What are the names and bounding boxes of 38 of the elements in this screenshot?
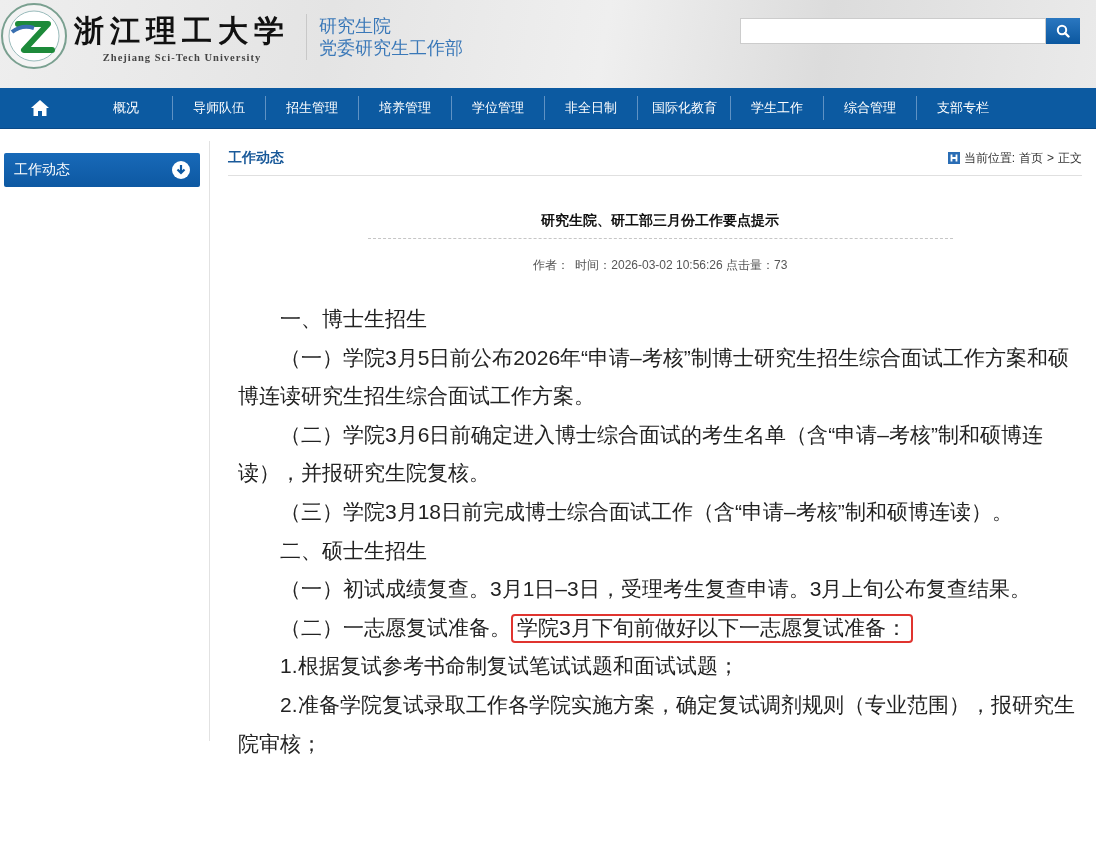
sidebar-item[interactable]: 工作动态 xyxy=(4,153,200,187)
nav-link[interactable]: 概况 xyxy=(80,88,172,128)
nav-link[interactable]: 学位管理 xyxy=(452,88,544,128)
search-icon xyxy=(1056,24,1070,38)
nav-link[interactable]: 招生管理 xyxy=(266,88,358,128)
nav-link[interactable]: 培养管理 xyxy=(359,88,451,128)
breadcrumb-label: 当前位置: xyxy=(963,149,1015,167)
article-paragraph: 一、博士生招生 xyxy=(279,306,428,332)
search-field[interactable] xyxy=(740,18,1046,44)
nav-link[interactable]: 综合管理 xyxy=(824,88,916,128)
article-meta: 作者： 时间：2026-03-02 10:56:26 点击量：73 xyxy=(531,257,789,274)
location-icon xyxy=(947,152,960,164)
article-paragraph: （二）一志愿复试准备。 学院3月下旬前做好以下一志愿复试准备： xyxy=(238,608,1082,648)
nav-link[interactable]: 非全日制 xyxy=(545,88,637,128)
nav-link[interactable]: 导师队伍 xyxy=(173,88,265,128)
article-paragraph: 二、硕士生招生 xyxy=(279,537,428,564)
arrow-down-icon xyxy=(172,161,190,179)
university-name-english: Zhejiang Sci-Tech University xyxy=(102,52,262,63)
nav-link[interactable]: 国际化教育 xyxy=(638,88,730,128)
article-paragraph: （一）学院3月5日前公布2026年“申请–考核”制博士研究生招生综合面试工作方案和硕博连读研究生招生综合面试工作方案。 xyxy=(238,344,1070,410)
home-icon[interactable] xyxy=(31,100,49,116)
nav-link[interactable]: 支部专栏 xyxy=(917,88,1009,128)
section-heading: 工作动态 xyxy=(228,149,284,167)
department-name: 党委研究生工作部 xyxy=(319,37,463,59)
breadcrumb-link[interactable]: 正文 xyxy=(1058,149,1082,167)
article-paragraph: （三）学院3月18日前完成博士综合面试工作（含“申请–考核”制和硕博连读）。 xyxy=(279,498,1014,525)
article-paragraph: 2.准备学院复试录取工作各学院实施方案，确定复试调剂规则（专业范围），报研究生院审核； xyxy=(238,691,1076,757)
university-name: 浙江理工大学 xyxy=(74,12,290,50)
breadcrumb-separator: > xyxy=(1047,151,1054,165)
article-title: 研究生院、研工部三月份工作要点提示 xyxy=(367,212,953,239)
search-button[interactable] xyxy=(1046,18,1080,44)
article-paragraph: （二）学院3月6日前确定进入博士综合面试的考生名单（含“申请–考核”制和硕博连读），并报研究生院复核。 xyxy=(238,421,1045,487)
breadcrumb-link[interactable]: 首页 xyxy=(1019,149,1043,167)
article-paragraph: （一）初试成绩复查。3月1日–3日，受理考生复查申请。3月上旬公布复查结果。 xyxy=(279,576,1033,603)
logo-icon xyxy=(0,2,68,70)
nav-link[interactable]: 学生工作 xyxy=(731,88,823,128)
department-name: 研究生院 xyxy=(319,15,392,37)
article-paragraph: 1.根据复试参考书命制复试笔试试题和面试试题； xyxy=(279,653,740,680)
